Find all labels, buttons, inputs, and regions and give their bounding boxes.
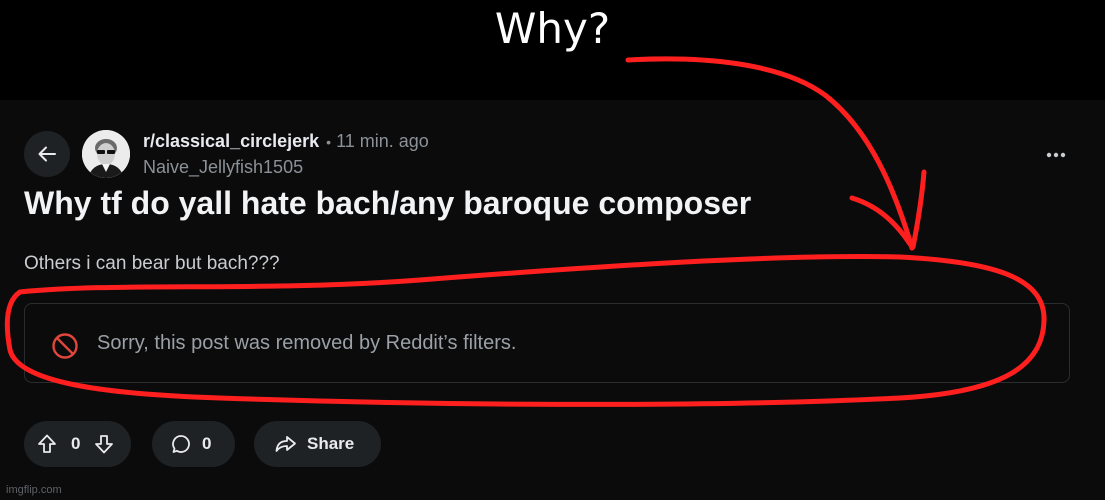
upvote-button[interactable] [36, 433, 58, 455]
vote-count: 0 [71, 434, 81, 453]
subreddit-link[interactable]: r/classical_circlejerk [143, 131, 319, 152]
back-button[interactable] [24, 131, 70, 177]
downvote-button[interactable] [93, 433, 115, 455]
comment-icon-wrap [170, 433, 192, 455]
downvote-icon [95, 435, 114, 454]
removed-notice-box: Sorry, this post was removed by Reddit’s… [24, 303, 1070, 383]
share-label: Share [307, 434, 355, 453]
meme-caption: Why? [494, 4, 611, 53]
meta-separator: • [326, 133, 332, 150]
more-options-icon [1046, 152, 1066, 158]
removed-notice-text: Sorry, this post was removed by Reddit’s… [97, 332, 517, 354]
comments-button[interactable]: 0 [152, 421, 235, 467]
more-options-button[interactable] [1044, 143, 1068, 167]
imgflip-watermark: imgflip.com [6, 484, 62, 496]
author-link[interactable]: Naive_Jellyfish1505 [143, 157, 303, 178]
comment-icon [172, 435, 190, 453]
ban-icon [52, 333, 78, 359]
share-button[interactable]: Share [254, 421, 381, 467]
avatar[interactable] [82, 130, 130, 178]
post-time: 11 min. ago [336, 131, 429, 151]
share-icon [275, 436, 296, 452]
post-title: Why tf do yall hate bach/any baroque com… [24, 185, 752, 221]
avatar-portrait-icon [82, 130, 130, 178]
post-body: Others i can bear but bach??? [24, 253, 280, 274]
meme-caption-bar: Why? [0, 0, 1105, 100]
vote-bar: 0 [24, 421, 131, 467]
post-meta: r/classical_circlejerk • 11 min. ago [143, 131, 429, 152]
share-icon-wrap [274, 433, 298, 455]
back-arrow-icon [38, 146, 56, 162]
upvote-icon [38, 434, 56, 453]
comment-count: 0 [202, 434, 212, 453]
